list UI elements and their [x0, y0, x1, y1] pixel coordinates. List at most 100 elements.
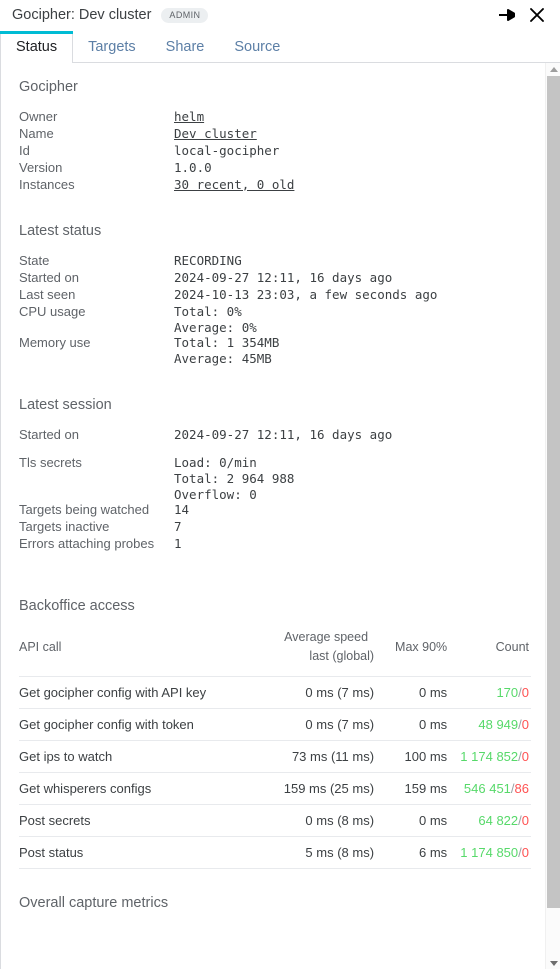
- scroll-up-arrow-icon[interactable]: [546, 63, 560, 75]
- table-header-row: API call Average speed last (global) Max…: [19, 628, 531, 676]
- cell-average-speed: 0 ms (7 ms): [265, 675, 375, 709]
- table-row: Post status 5 ms (8 ms) 6 ms 1 174 850/0: [19, 835, 531, 869]
- tab-targets[interactable]: Targets: [73, 31, 151, 63]
- window-titlebar: Gocipher: Dev cluster ADMIN: [0, 0, 560, 30]
- content-scroll-area: Gocipher Owner helm Name Dev cluster Id …: [0, 63, 560, 969]
- close-icon[interactable]: [522, 2, 552, 28]
- count-ok: 48 949: [478, 716, 519, 732]
- admin-badge: ADMIN: [161, 7, 209, 23]
- row-label: Name: [19, 125, 54, 141]
- row-value-instances[interactable]: 30 recent, 0 old: [174, 177, 531, 194]
- cell-max90: 0 ms: [374, 803, 448, 837]
- row-value-started-on: 2024-09-27 12:11, 16 days ago: [174, 270, 393, 286]
- row-label: Started on: [19, 426, 79, 442]
- section-title-gocipher: Gocipher: [19, 79, 78, 95]
- cell-max90: 0 ms: [374, 675, 448, 709]
- row-label: Errors attaching probes: [19, 536, 155, 551]
- section-title-latest-session: Latest session: [19, 396, 112, 413]
- table-row: Targets inactive 7: [19, 519, 531, 536]
- row-label: Instances: [19, 176, 75, 192]
- cell-api-call: Get gocipher config with token: [19, 707, 266, 741]
- tab-source[interactable]: Source: [219, 31, 295, 63]
- cell-max90: 100 ms: [374, 739, 448, 773]
- latest-session-table: Started on 2024-09-27 12:11, 16 days ago…: [19, 427, 531, 553]
- cell-max90: 6 ms: [374, 835, 448, 869]
- row-value-name[interactable]: Dev cluster: [174, 126, 531, 143]
- tab-share[interactable]: Share: [151, 31, 220, 63]
- table-row: Get gocipher config with token 0 ms (7 m…: [19, 707, 531, 741]
- cell-max90: 0 ms: [374, 707, 448, 741]
- table-row: Last seen 2024-10-13 23:03, a few second…: [19, 287, 531, 304]
- scrollbar-thumb[interactable]: [547, 76, 560, 908]
- table-row: Get ips to watch 73 ms (11 ms) 100 ms 1 …: [19, 739, 531, 773]
- count-ok: 170: [496, 684, 519, 700]
- spacer-cell: [19, 443, 174, 455]
- pin-icon[interactable]: [492, 2, 522, 28]
- spacer-cell: [174, 443, 531, 455]
- cell-count: 64 822/0: [447, 803, 531, 837]
- table-row: Targets being watched 14: [19, 502, 531, 519]
- vertical-scrollbar[interactable]: [545, 63, 560, 969]
- cell-average-speed: 73 ms (11 ms): [265, 739, 375, 773]
- count-error: 86: [514, 780, 529, 796]
- tab-bar: Status Targets Share Source: [0, 30, 560, 64]
- table-row: Errors attaching probes 1: [19, 536, 531, 553]
- cell-api-call: Get ips to watch: [19, 739, 266, 773]
- table-row: Name Dev cluster: [19, 126, 531, 143]
- column-header-average-speed: Average speed last (global): [266, 628, 374, 676]
- tab-status[interactable]: Status: [0, 31, 74, 64]
- table-row: Post secrets 0 ms (8 ms) 0 ms 64 822/0: [19, 803, 531, 837]
- section-title-latest-status: Latest status: [19, 223, 102, 240]
- table-row: Started on 2024-09-27 12:11, 16 days ago: [19, 427, 531, 444]
- row-label: Started on: [19, 270, 79, 286]
- table-row: Get whisperers configs 159 ms (25 ms) 15…: [19, 771, 531, 805]
- row-value-last-seen: 2024-10-13 23:03, a few seconds ago: [174, 287, 438, 303]
- row-value-targets-watched: 14: [174, 502, 190, 518]
- cell-count: 1 174 850/0: [447, 835, 531, 869]
- table-row: Instances 30 recent, 0 old: [19, 177, 531, 194]
- table-row: CPU usage Total: 0% Average: 0%: [19, 304, 531, 335]
- scroll-down-arrow-icon[interactable]: [546, 957, 560, 969]
- count-error: 0: [521, 748, 529, 764]
- table-row: Owner helm: [19, 109, 531, 126]
- count-ok: 546 451: [463, 780, 511, 796]
- average-speed-line1: Average speed: [284, 629, 369, 644]
- count-ok: 64 822: [478, 812, 519, 828]
- table-row: State RECORDING: [19, 253, 531, 270]
- row-value-owner[interactable]: helm: [174, 109, 531, 126]
- table-row-spacer: [19, 443, 531, 455]
- cell-max90: 159 ms: [374, 771, 448, 805]
- cell-api-call: Post status: [19, 835, 266, 869]
- status-panel: Gocipher Owner helm Name Dev cluster Id …: [1, 63, 543, 925]
- row-label: Id: [19, 142, 30, 158]
- cell-average-speed: 0 ms (8 ms): [265, 803, 375, 837]
- table-row: Memory use Total: 1 354MB Average: 45MB: [19, 335, 531, 366]
- backoffice-access-table: API call Average speed last (global) Max…: [19, 628, 531, 869]
- row-label: Version: [19, 159, 63, 175]
- cell-average-speed: 0 ms (7 ms): [265, 707, 375, 741]
- table-row: Id local-gocipher: [19, 143, 531, 160]
- row-value-cpu-usage: Total: 0% Average: 0%: [174, 304, 257, 335]
- row-label: Owner: [19, 109, 58, 124]
- row-label: Last seen: [19, 287, 76, 303]
- count-ok: 1 174 852: [460, 748, 519, 764]
- row-label: Targets inactive: [19, 519, 110, 535]
- latest-status-table: State RECORDING Started on 2024-09-27 12…: [19, 253, 531, 366]
- row-value-memory-use: Total: 1 354MB Average: 45MB: [174, 335, 280, 366]
- cell-count: 546 451/86: [447, 771, 531, 805]
- table-row: Started on 2024-09-27 12:11, 16 days ago: [19, 270, 531, 287]
- row-label: Tls secrets: [19, 455, 82, 471]
- row-label: Memory use: [19, 335, 91, 351]
- cell-api-call: Get gocipher config with API key: [19, 675, 266, 709]
- cell-api-call: Post secrets: [19, 803, 266, 837]
- average-speed-head: Average speed last (global): [266, 628, 374, 667]
- row-label: State: [19, 253, 50, 269]
- cell-count: 1 174 852/0: [447, 739, 531, 773]
- row-value-errors-attaching-probes: 1: [174, 536, 182, 551]
- row-value-targets-inactive: 7: [174, 519, 182, 535]
- row-label: Targets being watched: [19, 502, 150, 518]
- table-row: Get gocipher config with API key 0 ms (7…: [19, 675, 531, 709]
- row-label: CPU usage: [19, 304, 86, 319]
- section-title-overall-capture-metrics: Overall capture metrics: [19, 894, 169, 911]
- column-header-count: Count: [495, 640, 529, 655]
